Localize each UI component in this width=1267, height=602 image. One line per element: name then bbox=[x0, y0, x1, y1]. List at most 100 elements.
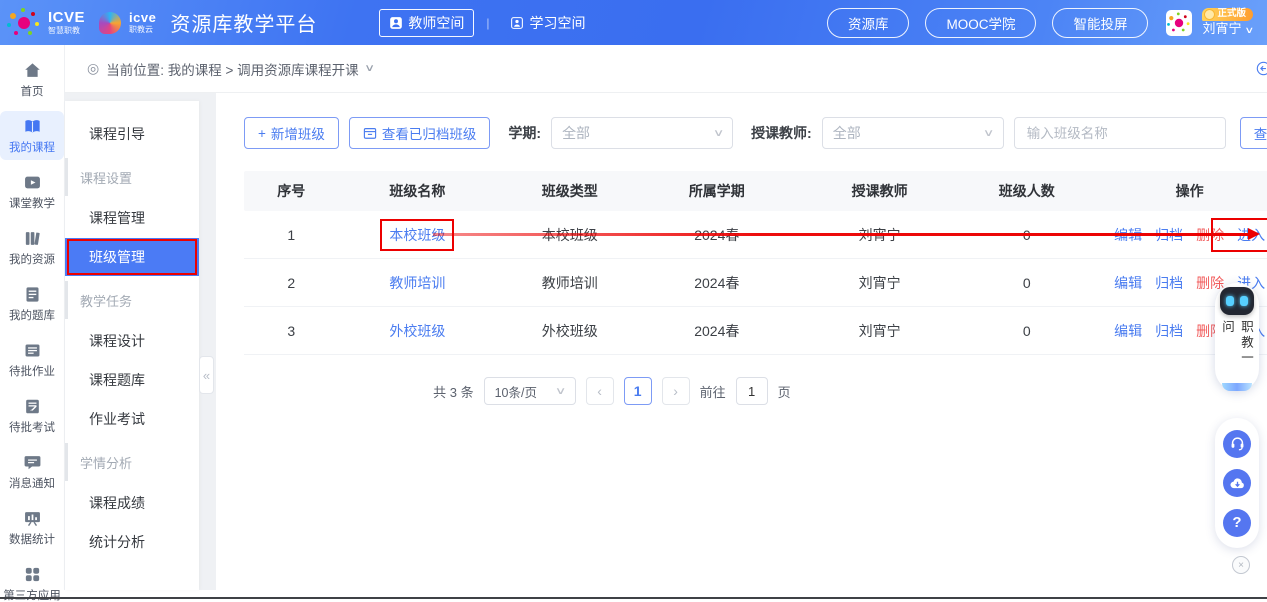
assistant-widget[interactable]: 职教一问 bbox=[1215, 283, 1259, 391]
teacher-select[interactable]: 全部 ∨ bbox=[822, 117, 1004, 149]
nav-student-label: 学习空间 bbox=[529, 13, 585, 33]
search-button[interactable]: 查询 bbox=[1240, 117, 1267, 149]
col-class-name: 班级名称 bbox=[339, 181, 497, 201]
sidebar-gap: « bbox=[199, 93, 216, 590]
class-name-link[interactable]: 外校班级 bbox=[389, 323, 445, 339]
resource-library-button[interactable]: 资源库 bbox=[827, 8, 910, 38]
archive-link[interactable]: 归档 bbox=[1155, 273, 1183, 293]
floating-close-button[interactable]: × bbox=[1232, 556, 1250, 574]
sidebar-item-classroom-teaching[interactable]: 课堂教学 bbox=[0, 167, 64, 216]
add-class-button[interactable]: +新增班级 bbox=[244, 117, 339, 149]
mooc-college-button[interactable]: MOOC学院 bbox=[925, 8, 1036, 38]
class-name-link[interactable]: 教师培训 bbox=[389, 275, 445, 291]
menu-item-course-design[interactable]: 课程设计 bbox=[65, 322, 199, 360]
page-size-select[interactable]: 10条/页 ∨ bbox=[484, 377, 576, 405]
edit-link[interactable]: 编辑 bbox=[1114, 321, 1142, 341]
archive-link[interactable]: 归档 bbox=[1155, 225, 1183, 245]
sidebar-item-third-party-apps[interactable]: 第三方应用 bbox=[0, 559, 64, 602]
sidebar-collapse-handle[interactable]: « bbox=[199, 356, 214, 394]
home-icon bbox=[23, 61, 42, 80]
cell-student-count: 0 bbox=[969, 227, 1085, 243]
window-bottom-edge bbox=[0, 597, 1267, 599]
menu-item-course-question-bank[interactable]: 课程题库 bbox=[65, 361, 199, 399]
version-badge: 正式版 bbox=[1202, 8, 1253, 21]
teacher-space-icon bbox=[389, 16, 403, 30]
semester-select[interactable]: 全部 ∨ bbox=[551, 117, 733, 149]
menu-item-course-grades[interactable]: 课程成绩 bbox=[65, 484, 199, 522]
nav-teacher-space[interactable]: 教师空间 bbox=[379, 9, 474, 37]
logo-primary-sub: 智慧职教 bbox=[48, 27, 85, 35]
menu-item-homework-exams[interactable]: 作业考试 bbox=[65, 400, 199, 438]
sidebar-item-home[interactable]: 首页 bbox=[0, 55, 64, 104]
filter-toolbar: +新增班级 查看已归档班级 学期: 全部 ∨ 授课教师: 全部 ∨ bbox=[244, 117, 1267, 149]
avatar-swirl-icon bbox=[1175, 18, 1183, 26]
sidebar-item-pending-exams[interactable]: 待批考试 bbox=[0, 391, 64, 440]
user-menu[interactable]: 正式版 刘宵宁 ∨ bbox=[1202, 8, 1253, 37]
smart-cast-button[interactable]: 智能投屏 bbox=[1052, 8, 1148, 38]
table-row: 3 外校班级 外校班级 2024春 刘宵宁 0 编辑 归档 删除 进入 bbox=[244, 307, 1267, 355]
menu-item-statistical-analysis[interactable]: 统计分析 bbox=[65, 523, 199, 561]
app-grid-icon bbox=[23, 565, 42, 584]
sidebar-item-pending-homework[interactable]: 待批作业 bbox=[0, 335, 64, 384]
cell-teacher: 刘宵宁 bbox=[790, 225, 969, 245]
secondary-sidebar: 课程引导 课程设置 课程管理 班级管理 教学任务 课程设计 课程题库 作业考试 … bbox=[65, 101, 199, 590]
assistant-robot-icon bbox=[1220, 287, 1254, 315]
archive-box-icon bbox=[363, 126, 377, 140]
menu-item-class-management[interactable]: 班级管理 bbox=[65, 238, 199, 276]
download-button[interactable] bbox=[1223, 469, 1251, 497]
class-name-link[interactable]: 本校班级 bbox=[389, 227, 445, 243]
plus-icon: + bbox=[258, 126, 266, 141]
goto-page-input[interactable] bbox=[736, 377, 768, 405]
cell-teacher: 刘宵宁 bbox=[790, 321, 969, 341]
sidebar-item-my-question-bank[interactable]: 我的题库 bbox=[0, 279, 64, 328]
archive-link[interactable]: 归档 bbox=[1155, 321, 1183, 341]
goto-suffix: 页 bbox=[778, 382, 791, 401]
edit-link[interactable]: 编辑 bbox=[1114, 273, 1142, 293]
nav-divider: | bbox=[486, 16, 489, 30]
chevron-down-icon: ∨ bbox=[983, 128, 995, 139]
back-button[interactable]: 返回 bbox=[1256, 59, 1267, 79]
delete-link[interactable]: 删除 bbox=[1196, 225, 1224, 245]
sidebar-item-statistics[interactable]: 数据统计 bbox=[0, 503, 64, 552]
prev-page-button[interactable]: ‹ bbox=[586, 377, 614, 405]
avatar[interactable] bbox=[1166, 10, 1192, 36]
cell-seq: 1 bbox=[244, 227, 339, 243]
sidebar-item-my-courses[interactable]: 我的课程 bbox=[0, 111, 64, 160]
logo-secondary-brand: icve bbox=[129, 11, 156, 24]
view-archived-button[interactable]: 查看已归档班级 bbox=[349, 117, 491, 149]
edit-link[interactable]: 编辑 bbox=[1114, 225, 1142, 245]
enter-link[interactable]: 进入 bbox=[1237, 227, 1265, 243]
homework-list-icon bbox=[23, 341, 42, 360]
customer-service-button[interactable] bbox=[1223, 430, 1251, 458]
semester-label: 学期: bbox=[508, 123, 541, 143]
current-page-button[interactable]: 1 bbox=[624, 377, 652, 405]
class-table: 序号 班级名称 班级类型 所属学期 授课教师 班级人数 操作 1 本校班级 本校… bbox=[244, 171, 1267, 355]
app-header: ICVE 智慧职教 icve 职教云 资源库教学平台 教师空间 | 学习空间 资… bbox=[0, 0, 1267, 45]
cell-class-type: 外校班级 bbox=[496, 321, 643, 341]
next-page-button[interactable]: › bbox=[662, 377, 690, 405]
col-semester: 所属学期 bbox=[643, 181, 790, 201]
class-name-search-input[interactable] bbox=[1014, 117, 1226, 149]
breadcrumb-caret-icon[interactable]: ∨ bbox=[364, 63, 375, 74]
menu-item-course-guide[interactable]: 课程引导 bbox=[65, 115, 199, 153]
question-mark-icon: ? bbox=[1232, 514, 1241, 531]
assistant-label: 职教一问 bbox=[1218, 320, 1256, 381]
cell-semester: 2024春 bbox=[643, 321, 790, 341]
menu-section-learning-analysis: 学情分析 bbox=[65, 443, 199, 481]
icve-swirl-icon bbox=[18, 17, 30, 29]
help-button[interactable]: ? bbox=[1223, 509, 1251, 537]
header-nav: 教师空间 | 学习空间 bbox=[379, 9, 594, 37]
sidebar-item-my-resources[interactable]: 我的资源 bbox=[0, 223, 64, 272]
cell-seq: 2 bbox=[244, 275, 339, 291]
menu-section-teaching-tasks: 教学任务 bbox=[65, 281, 199, 319]
menu-item-course-management[interactable]: 课程管理 bbox=[65, 199, 199, 237]
sidebar-item-messages[interactable]: 消息通知 bbox=[0, 447, 64, 496]
col-teacher: 授课教师 bbox=[790, 181, 969, 201]
books-icon bbox=[23, 229, 42, 248]
cell-student-count: 0 bbox=[969, 323, 1085, 339]
page-title: 资源库教学平台 bbox=[170, 8, 317, 37]
menu-section-course-settings: 课程设置 bbox=[65, 158, 199, 196]
pagination: 共 3 条 10条/页 ∨ ‹ 1 › 前往 页 bbox=[433, 377, 791, 405]
teacher-label: 授课教师: bbox=[751, 123, 812, 143]
nav-student-space[interactable]: 学习空间 bbox=[501, 10, 594, 36]
